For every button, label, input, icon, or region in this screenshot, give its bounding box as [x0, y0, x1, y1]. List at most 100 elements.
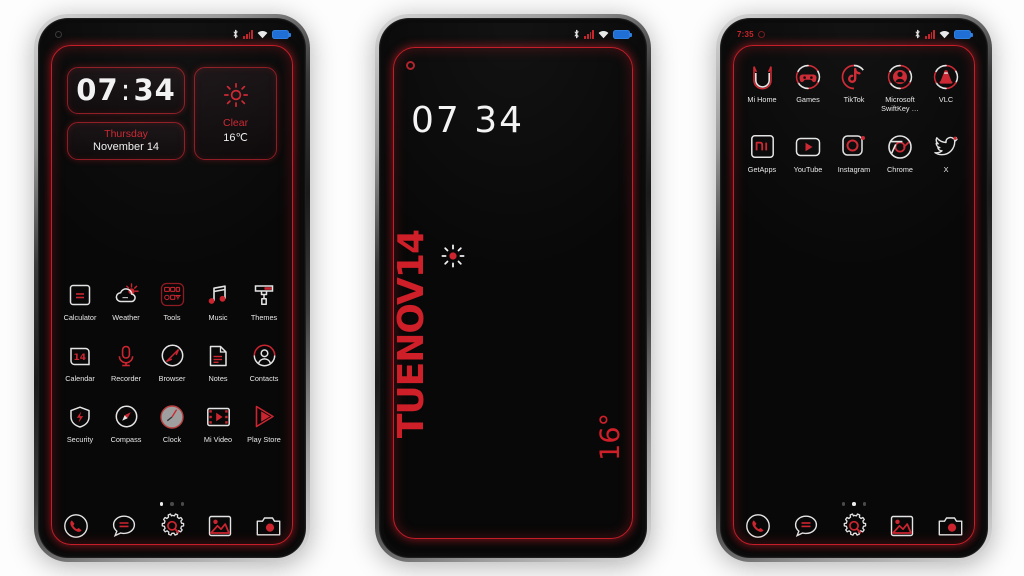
- date-widget-weekday: Thursday: [104, 128, 148, 141]
- phone-device-2: 07 34 TUENOV14 16°: [375, 14, 651, 562]
- app-notes[interactable]: Notes: [195, 342, 241, 383]
- app-games[interactable]: Games: [785, 63, 831, 113]
- dock-1: [61, 512, 283, 539]
- app-label: Instagram: [837, 165, 871, 175]
- weather-widget[interactable]: Clear 16℃: [194, 67, 277, 160]
- app-music[interactable]: Music: [195, 281, 241, 322]
- wifi-icon: [939, 30, 950, 38]
- app-row: GetApps YouTube Instagram Chrome X: [739, 133, 969, 174]
- page-dot[interactable]: [862, 502, 867, 506]
- app-getapps[interactable]: GetApps: [739, 133, 785, 174]
- sun-icon: [440, 243, 466, 269]
- app-instagram[interactable]: Instagram: [831, 133, 877, 174]
- app-label: Calendar: [65, 374, 95, 384]
- app-row: 14 Calendar Recorder Browser Notes Conta…: [57, 342, 287, 383]
- app-label: Themes: [250, 313, 278, 322]
- home-screen-1: 07:34 Thursday November 14 Clear 16℃ Cal…: [43, 45, 301, 553]
- phone-device-1: 07:34 Thursday November 14 Clear 16℃ Cal…: [34, 14, 310, 562]
- phone-1-bezel: 07:34 Thursday November 14 Clear 16℃ Cal…: [38, 18, 306, 558]
- app-grid-2: Mi Home Games TikTok Microsoft SwiftKey …: [739, 63, 969, 174]
- camera-punchhole-icon: [406, 61, 415, 70]
- app-compass[interactable]: Compass: [103, 403, 149, 444]
- status-bar-1-left: [55, 30, 62, 38]
- app-label: Recorder: [110, 374, 141, 384]
- mi-home-icon: [749, 63, 776, 90]
- app-calendar[interactable]: 14 Calendar: [57, 342, 103, 383]
- app-row: Security Compass Clock Mi Video Play Sto…: [57, 403, 287, 444]
- page-dot[interactable]: [841, 502, 846, 506]
- photo-mountain-icon[interactable]: [205, 513, 235, 539]
- camera-punchhole-icon: [757, 30, 765, 38]
- camera-icon[interactable]: [253, 513, 283, 539]
- app-tools[interactable]: Tools: [149, 281, 195, 322]
- app-label: Compass: [110, 435, 142, 445]
- app-themes[interactable]: Themes: [241, 281, 287, 322]
- app-youtube[interactable]: YouTube: [785, 133, 831, 174]
- app-label: Chrome: [887, 165, 913, 175]
- phone-2-screen: 07 34 TUENOV14 16°: [384, 23, 642, 553]
- app-label: GetApps: [747, 165, 777, 175]
- weather-cloud-sun-icon: [113, 281, 140, 308]
- phone-device-3: 7:35 Mi Home Games TikTok Microsoft Swif…: [716, 14, 992, 562]
- app-browser[interactable]: Browser: [149, 342, 195, 383]
- instagram-icon: [841, 133, 868, 160]
- lockscreen-clock: 07 34: [411, 100, 525, 141]
- app-microsoft-swiftkey[interactable]: Microsoft SwiftKey …: [877, 63, 923, 113]
- app-label: Contacts: [249, 374, 279, 384]
- contacts-person-icon: [251, 342, 278, 369]
- themes-brush-icon: [251, 281, 278, 308]
- app-mi-video[interactable]: Mi Video: [195, 403, 241, 444]
- app-label: Microsoft SwiftKey …: [881, 95, 919, 114]
- status-bar-3-right: [914, 29, 973, 39]
- battery-icon: [272, 29, 291, 39]
- photo-mountain-icon[interactable]: [887, 513, 917, 539]
- app-mi-home[interactable]: Mi Home: [739, 63, 785, 113]
- compass-browser-icon: [159, 342, 186, 369]
- message-bubble-icon[interactable]: [109, 513, 139, 539]
- app-security[interactable]: Security: [57, 403, 103, 444]
- gear-search-icon[interactable]: [157, 512, 187, 539]
- date-widget[interactable]: Thursday November 14: [67, 122, 186, 160]
- page-indicator-2[interactable]: [725, 502, 983, 506]
- camera-icon[interactable]: [935, 513, 965, 539]
- app-label: Mi Home: [747, 95, 777, 104]
- app-label: VLC: [938, 95, 954, 104]
- app-weather[interactable]: Weather: [103, 281, 149, 322]
- app-label: Browser: [158, 374, 186, 384]
- app-vlc[interactable]: VLC: [923, 63, 969, 113]
- app-x[interactable]: X: [923, 133, 969, 174]
- app-play-store[interactable]: Play Store: [241, 403, 287, 444]
- message-bubble-icon[interactable]: [791, 513, 821, 539]
- app-row: Mi Home Games TikTok Microsoft SwiftKey …: [739, 63, 969, 113]
- bluetooth-icon: [915, 29, 920, 39]
- phone-handset-icon[interactable]: [61, 513, 91, 539]
- app-calculator[interactable]: Calculator: [57, 281, 103, 322]
- shield-bolt-icon: [67, 403, 94, 430]
- app-label: TikTok: [843, 95, 865, 104]
- notes-page-icon: [205, 342, 232, 369]
- app-contacts[interactable]: Contacts: [241, 342, 287, 383]
- app-label: Mi Video: [203, 435, 233, 445]
- clock-widget[interactable]: 07:34: [67, 67, 186, 114]
- app-label: Clock: [162, 435, 182, 445]
- app-tiktok[interactable]: TikTok: [831, 63, 877, 113]
- app-label: Music: [208, 313, 228, 322]
- gear-search-icon[interactable]: [839, 512, 869, 539]
- app-recorder[interactable]: Recorder: [103, 342, 149, 383]
- page-dot[interactable]: [170, 502, 174, 506]
- status-bar-1-right: [232, 29, 291, 39]
- status-bar-time: 7:35: [737, 29, 754, 39]
- phone-handset-icon[interactable]: [743, 513, 773, 539]
- home-screen-2: Mi Home Games TikTok Microsoft SwiftKey …: [725, 45, 983, 553]
- page-dot[interactable]: [159, 502, 164, 506]
- chrome-icon: [887, 133, 914, 160]
- page-dot[interactable]: [852, 502, 856, 506]
- app-clock[interactable]: Clock: [149, 403, 195, 444]
- app-chrome[interactable]: Chrome: [877, 133, 923, 174]
- clock-date-column: 07:34 Thursday November 14: [67, 67, 186, 160]
- page-indicator-1[interactable]: [43, 502, 301, 506]
- status-bar-2-right: [573, 29, 632, 39]
- page-dot[interactable]: [180, 502, 185, 506]
- status-bar-3: 7:35: [725, 23, 983, 45]
- music-note-icon: [205, 281, 232, 308]
